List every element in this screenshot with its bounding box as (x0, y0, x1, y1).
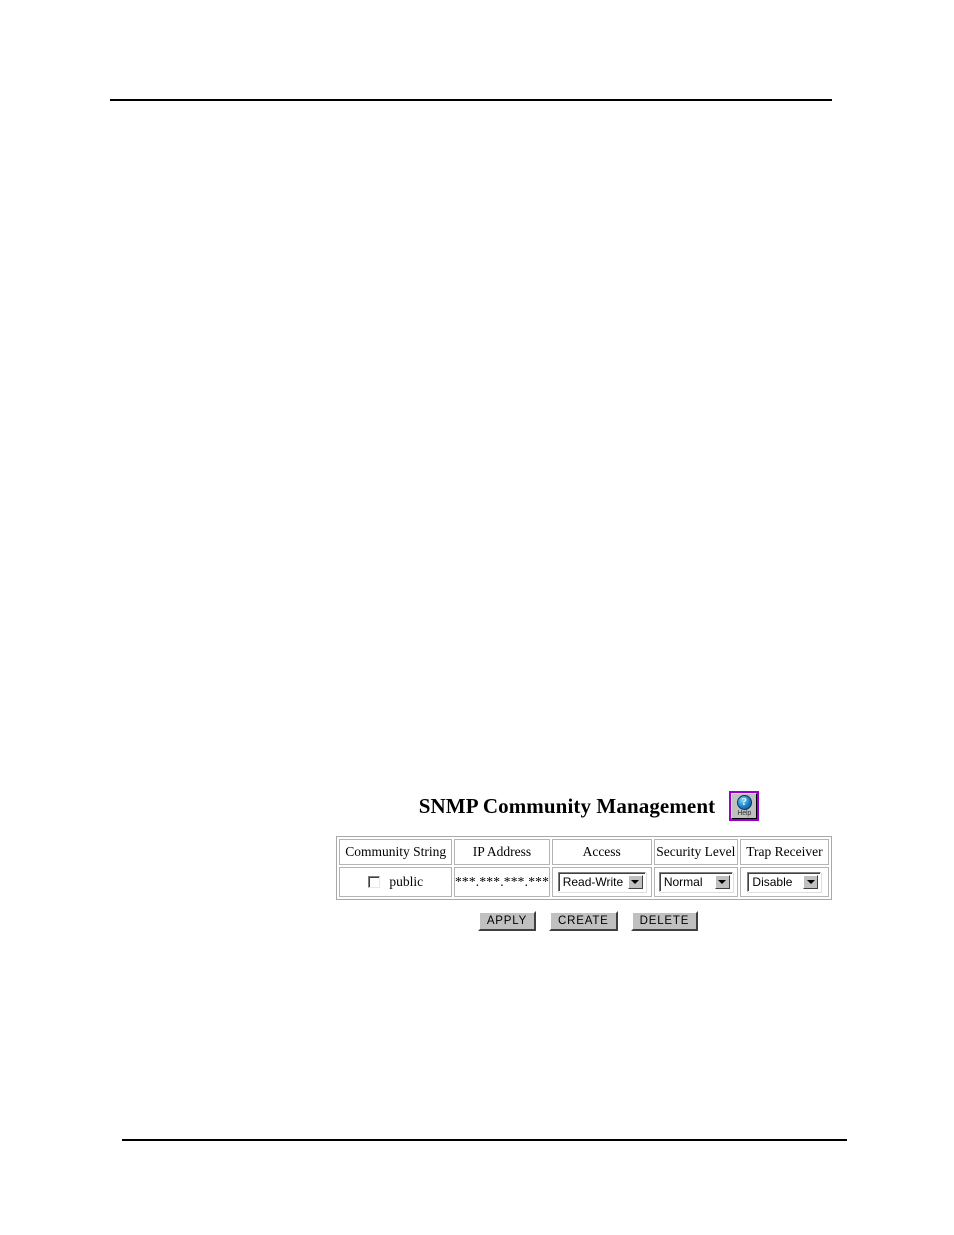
community-string-value: public (389, 874, 424, 889)
column-header-ip-address: IP Address (454, 839, 550, 865)
chevron-down-icon (714, 875, 730, 889)
cell-ip-address: ***.***.***.*** (454, 867, 550, 897)
cell-community-string: public (339, 867, 453, 897)
create-button[interactable]: CREATE (549, 911, 618, 931)
apply-button[interactable]: APPLY (477, 911, 537, 931)
page-footer-rule (122, 1139, 847, 1141)
panel-title-row: SNMP Community Management ? Help (342, 786, 836, 826)
question-mark-circle-icon: ? (736, 795, 752, 810)
column-header-label: Security Level (656, 844, 736, 859)
trap-receiver-select[interactable]: Disable (747, 872, 822, 892)
column-header-label: Trap Receiver (746, 844, 823, 859)
chevron-down-icon (803, 875, 819, 889)
cell-trap-receiver: Disable (739, 867, 829, 897)
security-level-select-value: Normal (663, 875, 703, 889)
snmp-community-management-panel: SNMP Community Management ? Help Communi… (336, 786, 836, 931)
table-header-row: Community String IP Address Access Secur… (339, 839, 829, 865)
page-title: SNMP Community Management (418, 793, 716, 818)
question-mark-glyph: ? (741, 795, 747, 808)
trap-receiver-select-value: Disable (752, 875, 793, 889)
chevron-down-icon (627, 875, 643, 889)
column-header-community-string: Community String (339, 839, 453, 865)
help-button-label: Help (737, 810, 752, 817)
table-row: public ***.***.***.*** Read-Write Normal… (339, 867, 829, 897)
column-header-label: Community String (345, 844, 447, 859)
help-button-face: ? Help (731, 793, 758, 819)
column-header-security-level: Security Level (653, 839, 738, 865)
column-header-access: Access (551, 839, 652, 865)
community-select-checkbox[interactable] (368, 876, 381, 888)
cell-security-level: Normal (653, 867, 738, 897)
cell-access: Read-Write (551, 867, 652, 897)
page-header-rule (110, 99, 832, 101)
delete-button[interactable]: DELETE (630, 911, 699, 931)
ip-address-value[interactable]: ***.***.***.*** (455, 874, 549, 890)
column-header-label: Access (582, 844, 621, 859)
security-level-select[interactable]: Normal (658, 872, 733, 892)
help-button[interactable]: ? Help (729, 791, 760, 821)
column-header-label: IP Address (472, 844, 532, 859)
access-select-value: Read-Write (562, 875, 624, 889)
snmp-community-table: Community String IP Address Access Secur… (336, 836, 832, 900)
column-header-trap-receiver: Trap Receiver (739, 839, 829, 865)
access-select[interactable]: Read-Write (557, 872, 646, 892)
action-button-bar: APPLY CREATE DELETE (340, 911, 836, 931)
